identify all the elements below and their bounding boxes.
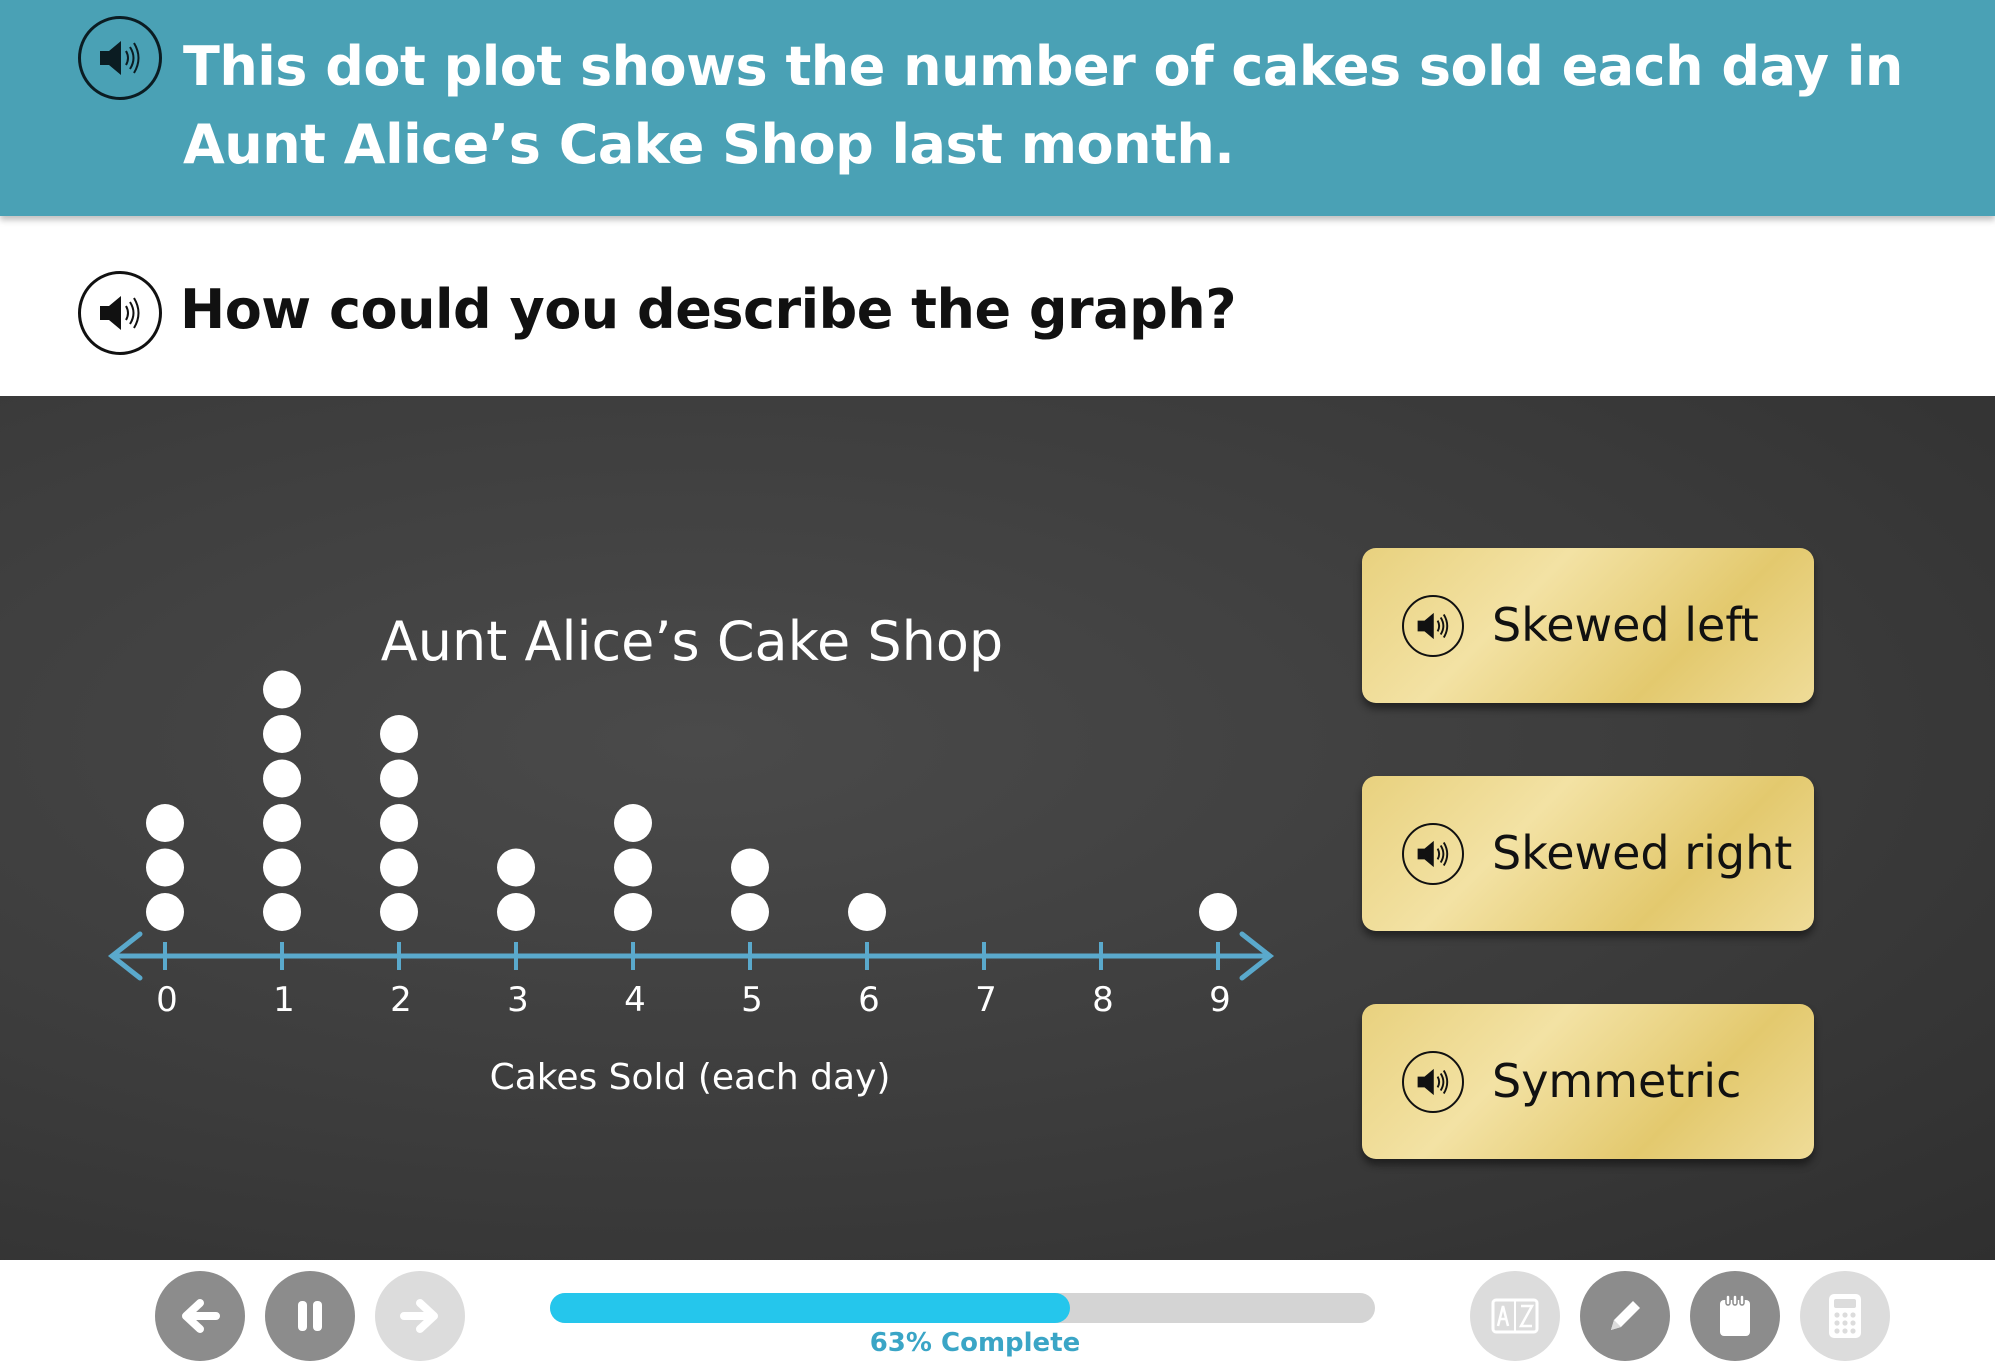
answer-label: Skewed right bbox=[1492, 826, 1793, 880]
progress-label: 63% Complete bbox=[869, 1328, 1081, 1358]
data-dot bbox=[146, 848, 184, 887]
chart-title: Aunt Alice’s Cake Shop bbox=[381, 610, 1003, 673]
data-dot bbox=[848, 893, 886, 931]
speaker-icon[interactable] bbox=[78, 271, 162, 355]
data-dot bbox=[614, 804, 652, 842]
question-text: How could you describe the graph? bbox=[180, 278, 1237, 341]
data-dot bbox=[731, 893, 769, 931]
forward-arrow-icon bbox=[400, 1299, 438, 1333]
speaker-icon[interactable] bbox=[1402, 594, 1464, 657]
back-button[interactable] bbox=[155, 1271, 245, 1361]
x-axis-label: Cakes Sold (each day) bbox=[490, 1057, 891, 1098]
answer-symmetric[interactable]: Symmetric bbox=[1362, 1004, 1814, 1159]
data-dot bbox=[380, 893, 418, 931]
next-button[interactable] bbox=[375, 1271, 465, 1361]
dot-plot-chart: Aunt Alice’s Cake Shop 0 1 2 3 4 5 6 7 8 9 Cakes … bbox=[107, 610, 1275, 1098]
data-dot bbox=[263, 893, 301, 931]
data-dot bbox=[263, 848, 301, 887]
data-dot bbox=[380, 848, 418, 887]
x-tick-label: 5 bbox=[741, 980, 763, 1020]
data-dot bbox=[731, 848, 769, 887]
instruction-banner: This dot plot shows the number of cakes … bbox=[0, 0, 1995, 216]
x-tick-label: 9 bbox=[1209, 980, 1231, 1020]
x-tick-label: 7 bbox=[975, 980, 997, 1020]
data-dot bbox=[263, 759, 301, 798]
pencil-button[interactable] bbox=[1580, 1271, 1670, 1361]
data-dot bbox=[263, 715, 301, 753]
notepad-icon bbox=[1720, 1294, 1750, 1336]
progress-bar bbox=[550, 1293, 1375, 1323]
chalkboard: Aunt Alice’s Cake Shop 0 1 2 3 4 5 6 7 8 9 Cakes … bbox=[0, 396, 1995, 1260]
notepad-button[interactable] bbox=[1690, 1271, 1780, 1361]
instruction-text: This dot plot shows the number of cakes … bbox=[183, 35, 1903, 176]
x-tick-label: 0 bbox=[156, 980, 178, 1020]
data-dot bbox=[614, 893, 652, 931]
pause-button[interactable] bbox=[265, 1271, 355, 1361]
data-dot bbox=[263, 804, 301, 842]
data-dot bbox=[497, 893, 535, 931]
back-arrow-icon bbox=[182, 1299, 220, 1333]
data-dot bbox=[614, 848, 652, 887]
question-row: How could you describe the graph? bbox=[0, 216, 1995, 396]
x-tick-label: 3 bbox=[507, 980, 529, 1020]
answer-label: Symmetric bbox=[1492, 1054, 1742, 1108]
answer-label: Skewed left bbox=[1492, 598, 1759, 652]
glossary-icon bbox=[1491, 1298, 1539, 1334]
data-dot bbox=[497, 848, 535, 887]
calculator-icon bbox=[1829, 1294, 1861, 1338]
pause-icon bbox=[298, 1301, 322, 1331]
x-tick-label: 6 bbox=[858, 980, 880, 1020]
speaker-icon[interactable] bbox=[1402, 822, 1464, 885]
progress-fill bbox=[550, 1293, 1070, 1323]
calculator-button[interactable] bbox=[1800, 1271, 1890, 1361]
x-tick-label: 1 bbox=[273, 980, 295, 1020]
data-dot bbox=[146, 804, 184, 842]
x-tick-label: 2 bbox=[390, 980, 412, 1020]
data-dot bbox=[1199, 893, 1237, 931]
speaker-icon[interactable] bbox=[78, 16, 162, 100]
data-dot bbox=[380, 804, 418, 842]
bottom-toolbar: 63% Complete bbox=[0, 1260, 1995, 1361]
data-dot bbox=[380, 759, 418, 798]
glossary-button[interactable] bbox=[1470, 1271, 1560, 1361]
answer-skewed-left[interactable]: Skewed left bbox=[1362, 548, 1814, 703]
data-dot bbox=[146, 893, 184, 931]
answer-skewed-right[interactable]: Skewed right bbox=[1362, 776, 1814, 931]
pencil-icon bbox=[1611, 1301, 1640, 1330]
speaker-icon[interactable] bbox=[1402, 1050, 1464, 1113]
x-tick-label: 8 bbox=[1092, 980, 1114, 1020]
data-dot bbox=[263, 670, 301, 709]
x-tick-label: 4 bbox=[624, 980, 646, 1020]
data-dot bbox=[380, 715, 418, 753]
